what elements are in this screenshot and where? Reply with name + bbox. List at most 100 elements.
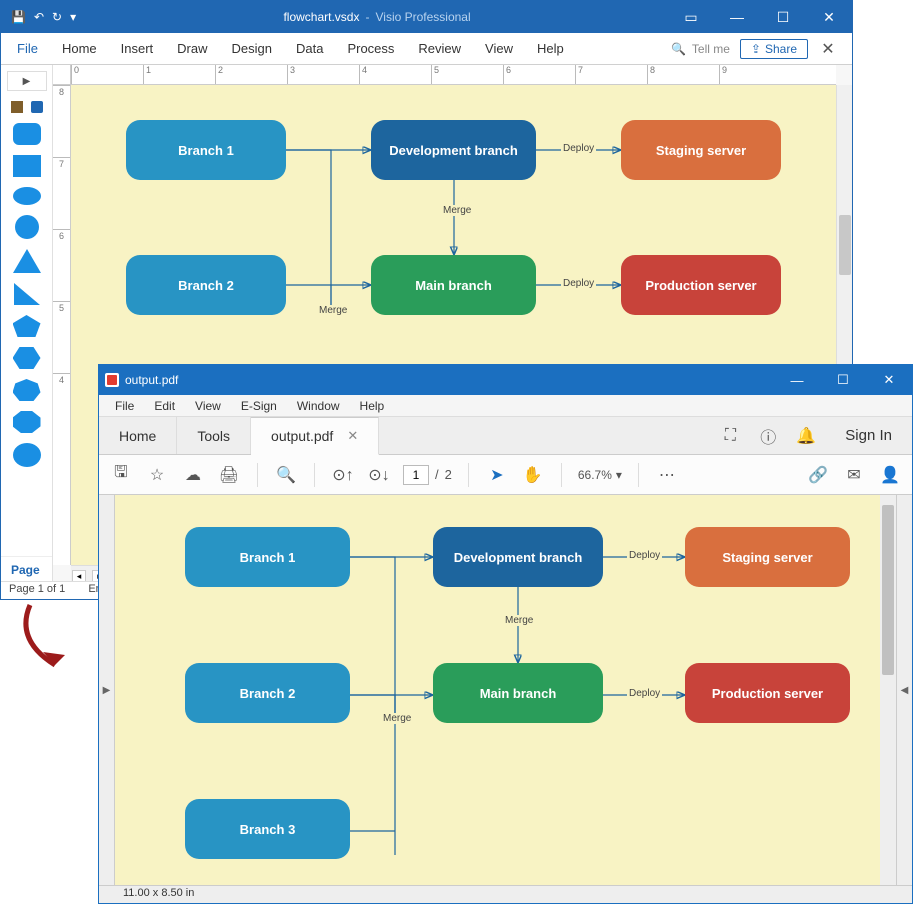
pdf-page: Branch 1 Branch 2 Branch 3 Development b… [115, 495, 896, 885]
pdf-tab-tools[interactable]: Tools [177, 417, 251, 454]
shape-circle[interactable] [15, 215, 39, 239]
tell-me-search[interactable]: 🔍 Tell me [661, 42, 740, 56]
label-deploy-2: Deploy [561, 278, 596, 289]
pdf-label-deploy1: Deploy [627, 550, 662, 561]
box-branch1[interactable]: Branch 1 [126, 120, 286, 180]
pdf-minimize-icon[interactable]: — [774, 365, 820, 395]
tab-draw[interactable]: Draw [165, 33, 219, 65]
pdf-box-dev: Development branch [433, 527, 603, 587]
box-branch2[interactable]: Branch 2 [126, 255, 286, 315]
qat-customize-icon[interactable]: ▾ [70, 10, 76, 24]
tab-data[interactable]: Data [284, 33, 335, 65]
ruler-horizontal[interactable]: 012345678910 [71, 65, 836, 85]
pdf-page-size: 11.00 x 8.50 in [123, 887, 194, 899]
pdf-tab-close-icon[interactable]: ✕ [347, 428, 358, 444]
pdf-box-main: Main branch [433, 663, 603, 723]
box-staging[interactable]: Staging server [621, 120, 781, 180]
shapes-panel: ▶ Page [1, 65, 53, 581]
save-icon[interactable]: 💾 [11, 10, 26, 24]
visio-titlebar[interactable]: 💾 ↶ ↻ ▾ flowchart.vsdx - Visio Professio… [1, 1, 852, 33]
shapes-expand-icon[interactable]: ▶ [7, 71, 47, 91]
pdf-maximize-icon[interactable]: ☐ [820, 365, 866, 395]
menu-esign[interactable]: E-Sign [233, 399, 285, 413]
pdf-scrollbar[interactable] [880, 495, 896, 885]
redo-icon[interactable]: ↻ [52, 10, 62, 24]
close-icon[interactable]: ✕ [806, 1, 852, 33]
shape-pentagon[interactable] [13, 315, 41, 337]
shape-rounded-rect[interactable] [13, 123, 41, 145]
shape-octagon[interactable] [13, 411, 41, 433]
pdf-window: output.pdf — ☐ ✕ File Edit View E-Sign W… [98, 364, 913, 904]
cloud-upload-icon[interactable]: ☁ [181, 465, 205, 485]
tab-view[interactable]: View [473, 33, 525, 65]
star-icon[interactable]: ☆ [145, 465, 169, 485]
box-dev-branch[interactable]: Development branch [371, 120, 536, 180]
page-current-input[interactable] [403, 465, 429, 485]
bell-icon[interactable]: 🔔 [787, 417, 825, 454]
box-production[interactable]: Production server [621, 255, 781, 315]
shape-hexagon[interactable] [13, 347, 41, 369]
undo-icon[interactable]: ↶ [34, 10, 44, 24]
ruler-vertical[interactable]: 87654 [53, 85, 71, 565]
screen-icon[interactable]: ⛶ [711, 417, 749, 454]
more-icon[interactable]: ⋯ [655, 465, 679, 485]
tab-help[interactable]: Help [525, 33, 576, 65]
box-main-branch[interactable]: Main branch [371, 255, 536, 315]
menu-help[interactable]: Help [352, 399, 393, 413]
ribbon-display-icon[interactable]: ▭ [668, 1, 714, 33]
hand-tool-icon[interactable]: ✋ [521, 465, 545, 485]
pdf-page-area[interactable]: Branch 1 Branch 2 Branch 3 Development b… [115, 495, 896, 885]
label-deploy-1: Deploy [561, 143, 596, 154]
shapes-toolbar[interactable] [7, 101, 47, 113]
page-down-icon[interactable]: ⊙↓ [367, 465, 391, 485]
signin-button[interactable]: Sign In [825, 417, 912, 454]
shape-triangle[interactable] [13, 249, 41, 273]
page-up-icon[interactable]: ⊙↑ [331, 465, 355, 485]
shape-ellipse[interactable] [13, 187, 41, 205]
pdf-side-right[interactable]: ◀ [896, 495, 912, 885]
pdf-app-icon [99, 373, 125, 387]
page-tab[interactable]: Page [1, 556, 52, 581]
tell-me-label: Tell me [692, 42, 730, 56]
tab-file[interactable]: File [5, 33, 50, 65]
pdf-scroll-thumb[interactable] [882, 505, 894, 675]
tab-process[interactable]: Process [335, 33, 406, 65]
tab-home[interactable]: Home [50, 33, 109, 65]
shape-heptagon[interactable] [13, 379, 41, 401]
pdf-tab-document[interactable]: output.pdf ✕ [251, 417, 379, 455]
zoom-dropdown[interactable]: 66.7% ▾ [578, 468, 622, 482]
pdf-side-left[interactable]: ▶ [99, 495, 115, 885]
shape-right-triangle[interactable] [14, 283, 40, 305]
title-separator: - [365, 10, 369, 24]
scrollbar-thumb[interactable] [839, 215, 851, 275]
shape-rect[interactable] [13, 155, 41, 177]
pdf-tab-home[interactable]: Home [99, 417, 177, 454]
shape-oval[interactable] [13, 443, 41, 467]
select-tool-icon[interactable]: ➤ [485, 465, 509, 485]
pdf-tab-doc-label: output.pdf [271, 428, 333, 444]
tab-review[interactable]: Review [406, 33, 473, 65]
collapse-ribbon-icon[interactable]: ✕ [808, 39, 848, 59]
tab-insert[interactable]: Insert [109, 33, 166, 65]
mail-icon[interactable]: ✉ [842, 465, 866, 485]
zoom-value: 66.7% [578, 468, 612, 482]
menu-file[interactable]: File [107, 399, 142, 413]
add-person-icon[interactable]: 👤 [878, 465, 902, 485]
tab-design[interactable]: Design [220, 33, 284, 65]
pdf-close-icon[interactable]: ✕ [866, 365, 912, 395]
visio-filename: flowchart.vsdx [283, 10, 359, 24]
minimize-icon[interactable]: — [714, 1, 760, 33]
share-button[interactable]: ⇪ Share [740, 39, 808, 59]
menu-view[interactable]: View [187, 399, 229, 413]
menu-edit[interactable]: Edit [146, 399, 183, 413]
pdf-box-branch2: Branch 2 [185, 663, 350, 723]
save-pdf-icon[interactable]: 🖫 [109, 461, 133, 488]
print-icon[interactable]: 🖨 [217, 465, 241, 485]
zoom-out-icon[interactable]: 🔍 [274, 465, 298, 485]
maximize-icon[interactable]: ☐ [760, 1, 806, 33]
pdf-titlebar[interactable]: output.pdf — ☐ ✕ [99, 365, 912, 395]
menu-window[interactable]: Window [289, 399, 348, 413]
help-icon[interactable]: ⓘ [749, 417, 787, 454]
pdf-title: output.pdf [125, 373, 774, 387]
link-icon[interactable]: 🔗 [806, 465, 830, 485]
